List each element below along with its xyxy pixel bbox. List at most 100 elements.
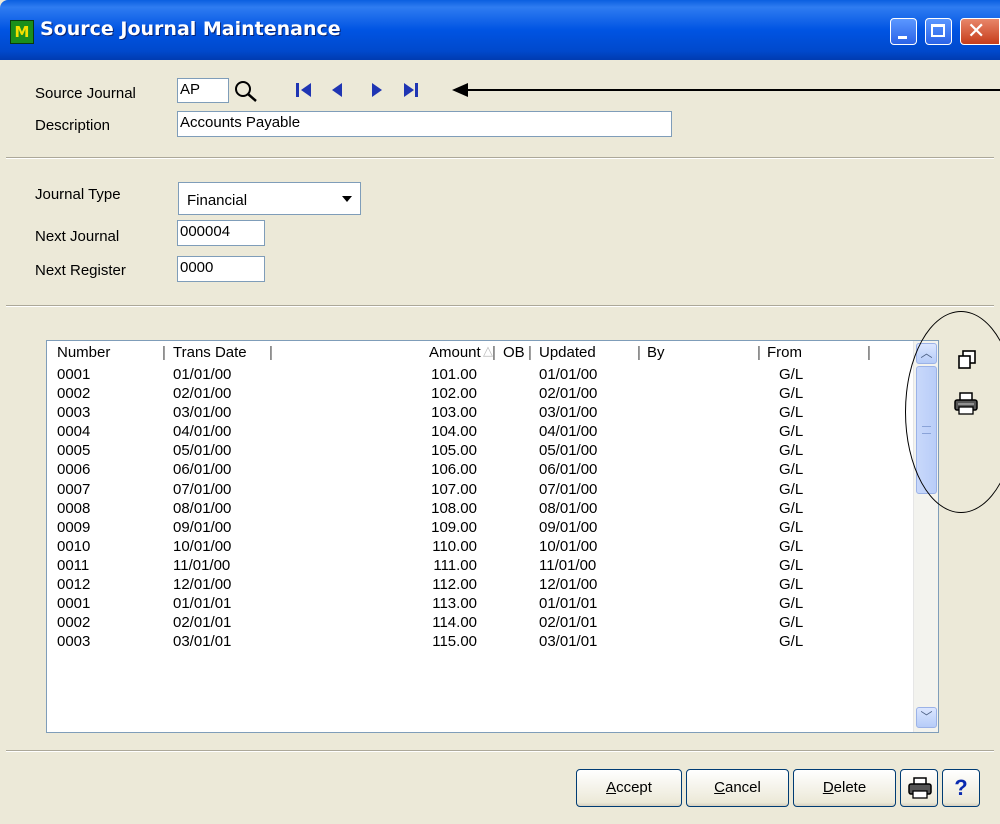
cell-number: 0009 bbox=[57, 518, 91, 536]
source-journal-input[interactable]: AP bbox=[177, 78, 229, 103]
title-bar[interactable]: M Source Journal Maintenance ✕ bbox=[0, 0, 1000, 60]
table-row[interactable]: 0011 11/01/00 111.00 11/01/00 G/L bbox=[47, 557, 913, 576]
window-title: Source Journal Maintenance bbox=[40, 18, 341, 40]
cell-updated: 03/01/01 bbox=[539, 633, 598, 651]
cell-updated: 02/01/00 bbox=[539, 385, 598, 403]
cell-amount: 112.00 bbox=[432, 576, 477, 594]
table-row[interactable]: 0010 10/01/00 110.00 10/01/00 G/L bbox=[47, 538, 913, 557]
column-separator[interactable]: | bbox=[269, 344, 273, 361]
next-register-input[interactable]: 0000 bbox=[177, 256, 265, 282]
column-header-ob[interactable]: OB bbox=[503, 344, 525, 361]
magnifier-icon[interactable] bbox=[234, 80, 260, 104]
table-row[interactable]: 0001 01/01/01 113.00 01/01/01 G/L bbox=[47, 595, 913, 614]
column-header-from[interactable]: From bbox=[767, 344, 802, 361]
first-record-icon[interactable] bbox=[295, 81, 315, 99]
table-row[interactable]: 0007 07/01/00 107.00 07/01/00 G/L bbox=[47, 481, 913, 500]
chevron-down-icon bbox=[342, 196, 352, 202]
cell-updated: 04/01/00 bbox=[539, 423, 598, 441]
cell-amount: 113.00 bbox=[432, 595, 477, 613]
print-button[interactable] bbox=[900, 769, 938, 807]
close-button[interactable]: ✕ bbox=[960, 18, 1000, 45]
cell-number: 0008 bbox=[57, 499, 91, 517]
delete-label: elete bbox=[833, 779, 867, 796]
maximize-button[interactable] bbox=[925, 18, 952, 45]
column-separator[interactable]: | bbox=[162, 344, 166, 361]
cell-number: 0006 bbox=[57, 461, 91, 479]
table-row[interactable]: 0012 12/01/00 112.00 12/01/00 G/L bbox=[47, 576, 913, 595]
cell-number: 0007 bbox=[57, 480, 91, 498]
cell-trans-date: 05/01/00 bbox=[173, 442, 232, 460]
column-separator[interactable]: | bbox=[757, 344, 761, 361]
grid-rows: 0001 01/01/00 101.00 01/01/00 G/L 0002 02/01/0… bbox=[47, 366, 913, 652]
app-icon: M bbox=[10, 20, 34, 44]
cell-trans-date: 12/01/00 bbox=[173, 576, 232, 594]
journal-type-select[interactable]: Financial bbox=[178, 182, 361, 215]
cell-from: G/L bbox=[779, 423, 804, 441]
printer-icon bbox=[908, 777, 932, 799]
cell-amount: 110.00 bbox=[432, 537, 477, 555]
column-header-trans-date[interactable]: Trans Date bbox=[173, 344, 247, 361]
table-row[interactable]: 0003 03/01/01 115.00 03/01/01 G/L bbox=[47, 633, 913, 652]
section-divider bbox=[6, 305, 994, 307]
column-header-by[interactable]: By bbox=[647, 344, 665, 361]
help-button[interactable]: ? bbox=[942, 769, 980, 807]
cell-amount: 104.00 bbox=[431, 423, 477, 441]
cell-number: 0003 bbox=[57, 404, 91, 422]
cell-trans-date: 06/01/00 bbox=[173, 461, 232, 479]
cell-trans-date: 02/01/01 bbox=[173, 614, 232, 632]
cell-trans-date: 03/01/00 bbox=[173, 404, 232, 422]
next-journal-input[interactable]: 000004 bbox=[177, 220, 265, 246]
cell-number: 0010 bbox=[57, 537, 91, 555]
cell-from: G/L bbox=[779, 461, 804, 479]
section-divider bbox=[6, 157, 994, 159]
cancel-button[interactable]: Cancel bbox=[686, 769, 789, 807]
column-header-amount[interactable]: Amount bbox=[429, 344, 481, 361]
cell-trans-date: 01/01/01 bbox=[173, 595, 232, 613]
table-row[interactable]: 0001 01/01/00 101.00 01/01/00 G/L bbox=[47, 366, 913, 385]
column-separator[interactable]: | bbox=[528, 344, 532, 361]
table-row[interactable]: 0008 08/01/00 108.00 08/01/00 G/L bbox=[47, 500, 913, 519]
last-record-icon[interactable] bbox=[400, 81, 420, 99]
next-record-icon[interactable] bbox=[370, 81, 384, 99]
cell-trans-date: 01/01/00 bbox=[173, 366, 232, 383]
cell-amount: 103.00 bbox=[431, 404, 477, 422]
cell-trans-date: 08/01/00 bbox=[173, 499, 232, 517]
cell-from: G/L bbox=[779, 633, 804, 651]
table-row[interactable]: 0004 04/01/00 104.00 04/01/00 G/L bbox=[47, 423, 913, 442]
cell-updated: 07/01/00 bbox=[539, 480, 598, 498]
cell-from: G/L bbox=[779, 442, 804, 460]
cell-trans-date: 02/01/00 bbox=[173, 385, 232, 403]
cancel-label: ancel bbox=[724, 779, 761, 796]
cell-amount: 114.00 bbox=[432, 614, 477, 632]
annotation-arrow-line bbox=[465, 89, 1000, 91]
table-row[interactable]: 0009 09/01/00 109.00 09/01/00 G/L bbox=[47, 519, 913, 538]
table-row[interactable]: 0003 03/01/00 103.00 03/01/00 G/L bbox=[47, 404, 913, 423]
table-row[interactable]: 0002 02/01/00 102.00 02/01/00 G/L bbox=[47, 385, 913, 404]
accept-hotkey: A bbox=[606, 779, 617, 796]
previous-record-icon[interactable] bbox=[330, 81, 344, 99]
description-input[interactable]: Accounts Payable bbox=[177, 111, 672, 137]
column-separator[interactable]: | bbox=[492, 344, 496, 361]
cell-from: G/L bbox=[779, 385, 804, 403]
journal-history-grid[interactable]: Number | Trans Date | Amount △ | OB | Up… bbox=[46, 340, 939, 733]
table-row[interactable]: 0006 06/01/00 106.00 06/01/00 G/L bbox=[47, 461, 913, 480]
cell-number: 0001 bbox=[57, 366, 91, 383]
minimize-icon bbox=[898, 36, 907, 39]
delete-button[interactable]: Delete bbox=[793, 769, 896, 807]
accept-button[interactable]: Accept bbox=[576, 769, 682, 807]
cell-amount: 102.00 bbox=[431, 385, 477, 403]
column-header-updated[interactable]: Updated bbox=[539, 344, 596, 361]
scroll-down-button[interactable]: ﹀ bbox=[916, 707, 937, 728]
column-separator[interactable]: | bbox=[637, 344, 641, 361]
table-row[interactable]: 0002 02/01/01 114.00 02/01/01 G/L bbox=[47, 614, 913, 633]
cell-amount: 101.00 bbox=[431, 366, 477, 383]
cell-updated: 11/01/00 bbox=[539, 556, 597, 574]
column-separator[interactable]: | bbox=[867, 344, 871, 361]
cell-from: G/L bbox=[779, 499, 804, 517]
cell-updated: 08/01/00 bbox=[539, 499, 598, 517]
minimize-button[interactable] bbox=[890, 18, 917, 45]
cell-amount: 106.00 bbox=[431, 461, 477, 479]
cell-updated: 12/01/00 bbox=[539, 576, 598, 594]
table-row[interactable]: 0005 05/01/00 105.00 05/01/00 G/L bbox=[47, 442, 913, 461]
column-header-number[interactable]: Number bbox=[57, 344, 110, 361]
